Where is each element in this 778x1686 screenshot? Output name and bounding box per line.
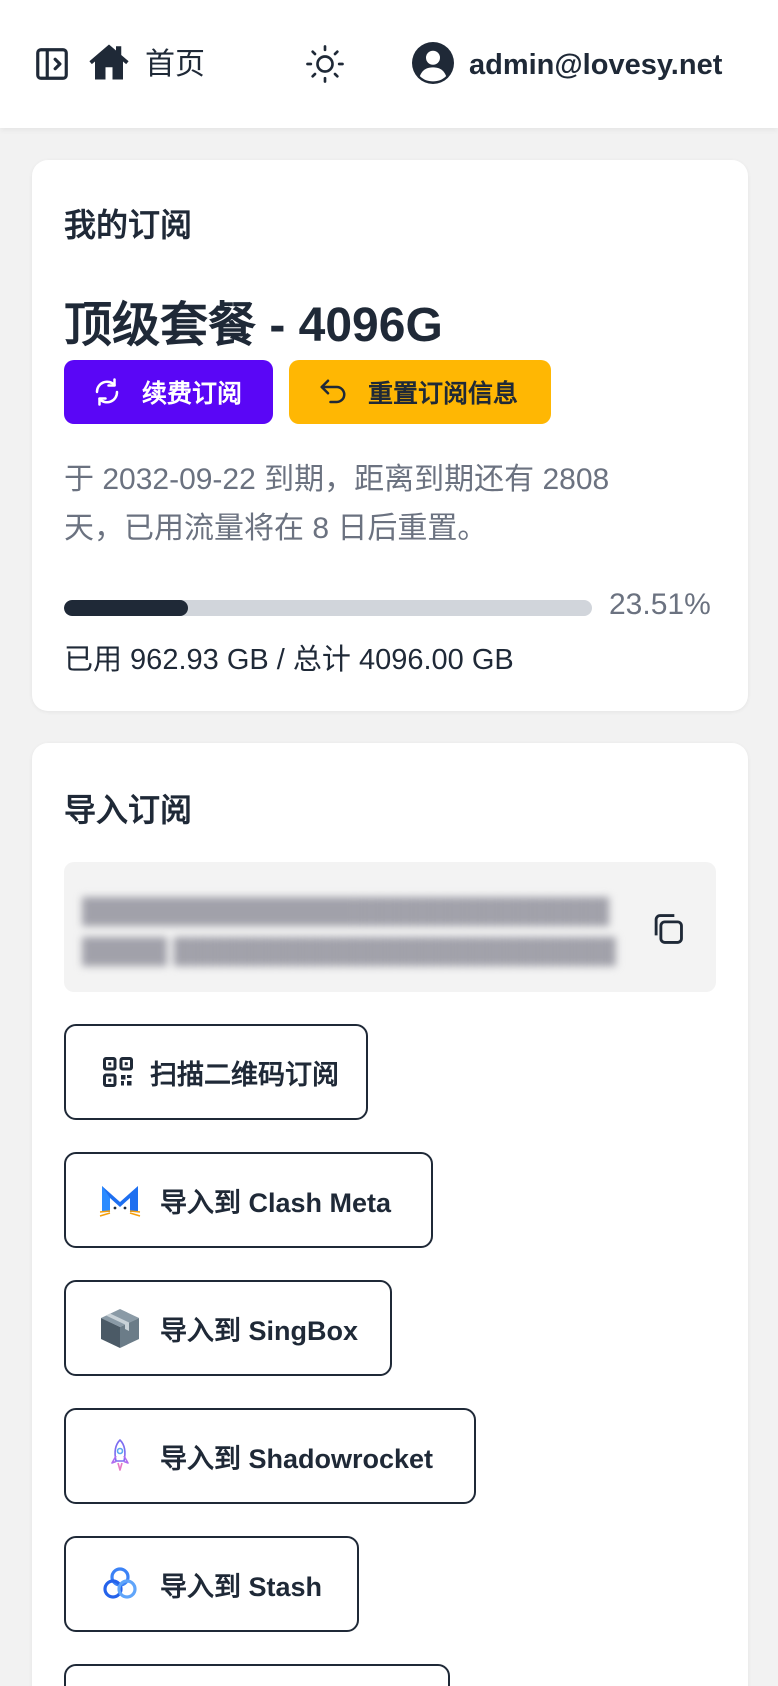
singbox-icon (101, 1309, 139, 1348)
scan-qr-label: 扫描二维码订阅 (150, 1059, 339, 1090)
stash-icon (103, 1567, 137, 1599)
home-link[interactable]: 首页 (145, 45, 205, 85)
renew-subscription-label: 续费订阅 (142, 380, 243, 408)
subscription-card: 我的订阅 (32, 160, 748, 711)
expiry-info: 于 2032-09-22 到期，距离到期还有 2808 天，已用流量将在 8 日… (64, 463, 610, 545)
undo-icon (320, 379, 346, 404)
reset-subscription-button[interactable]: 重置订阅信息 (289, 360, 551, 424)
top-navbar: 首页 admin@lovesy.net (0, 0, 778, 128)
subscription-url-field[interactable]: ████████████████████████████████████ ███… (64, 862, 716, 992)
home-icon[interactable] (88, 40, 130, 84)
subscription-section-title: 我的订阅 (64, 207, 193, 243)
renew-subscription-button[interactable]: 续费订阅 (64, 360, 273, 424)
import-stash-button[interactable]: 导入到 Stash (64, 1536, 359, 1632)
usage-progress-bar (64, 600, 592, 616)
clash-meta-icon (99, 1186, 141, 1217)
import-clash-meta-button[interactable]: 导入到 Clash Meta (64, 1152, 433, 1248)
usage-progress-fill (64, 600, 189, 616)
import-shadowrocket-button[interactable]: 导入到 Shadowrocket (64, 1408, 476, 1504)
sidebar-toggle-icon[interactable] (33, 45, 71, 83)
import-shadowrocket-label: 导入到 Shadowrocket (160, 1443, 434, 1474)
subscription-url-redacted: ████████████████████████████████████ ███… (82, 898, 616, 965)
scan-qr-button[interactable]: 扫描二维码订阅 (64, 1024, 368, 1120)
usage-text: 已用 962.93 GB / 总计 4096.00 GB (64, 644, 514, 676)
user-avatar-icon[interactable] (412, 42, 454, 84)
usage-percent: 23.51% (609, 588, 711, 621)
copy-icon[interactable] (649, 910, 687, 948)
shadowrocket-icon (111, 1439, 129, 1471)
import-stash-label: 导入到 Stash (160, 1571, 323, 1602)
import-singbox-label: 导入到 SingBox (160, 1315, 359, 1346)
import-section-title: 导入订阅 (64, 792, 193, 828)
import-singbox-button[interactable]: 导入到 SingBox (64, 1280, 392, 1376)
qr-code-icon (103, 1057, 133, 1087)
import-more-button[interactable] (64, 1664, 450, 1686)
refresh-icon (95, 378, 119, 406)
plan-name: 顶级套餐 - 4096G (64, 299, 443, 352)
sun-icon[interactable] (305, 44, 345, 84)
reset-subscription-label: 重置订阅信息 (368, 380, 519, 408)
user-email[interactable]: admin@lovesy.net (469, 45, 722, 85)
import-clash-meta-label: 导入到 Clash Meta (160, 1187, 392, 1218)
